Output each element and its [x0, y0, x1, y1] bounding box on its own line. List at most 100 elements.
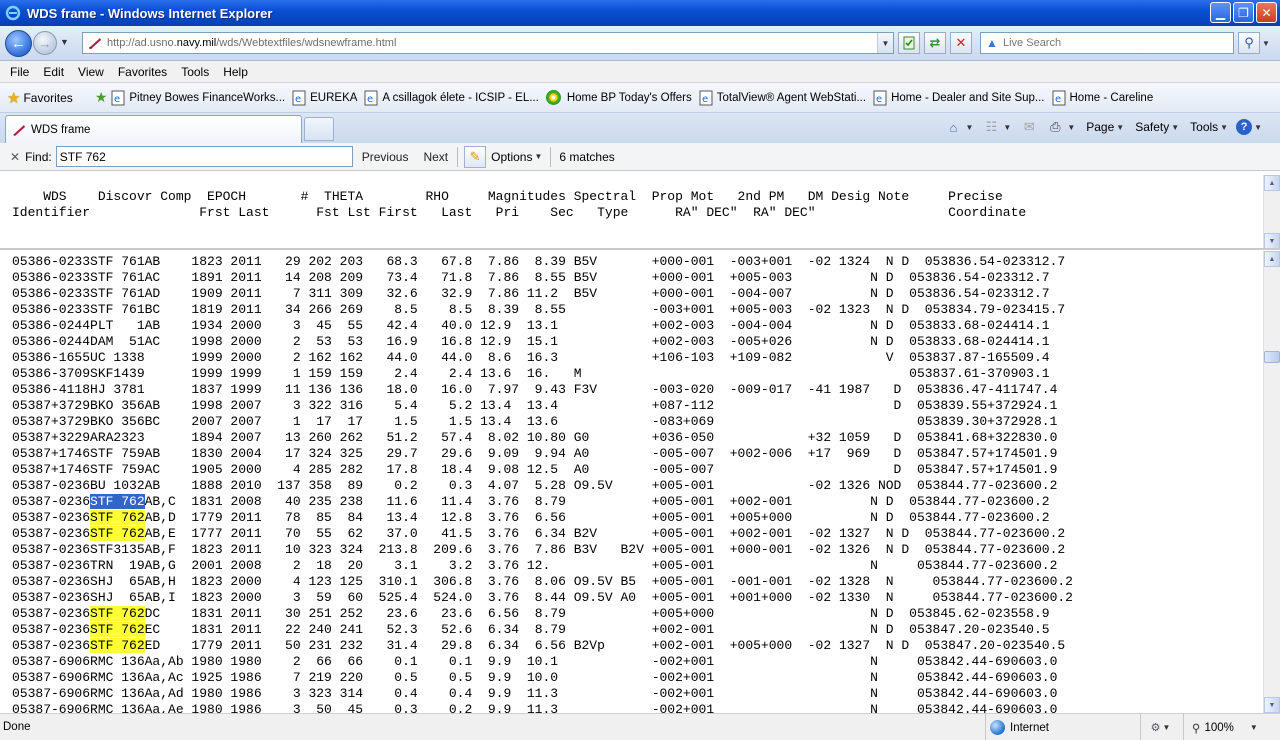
address-toolbar: ← → ▼ http://ad.usno.navy.mil/wds/Webtex…	[0, 26, 1280, 61]
compatibility-view-button[interactable]	[898, 32, 920, 54]
address-field[interactable]: http://ad.usno.navy.mil/wds/Webtextfiles…	[82, 32, 894, 54]
address-dropdown[interactable]: ▼	[877, 33, 893, 53]
bp-logo-icon	[545, 90, 561, 105]
home-dropdown[interactable]: ▼	[965, 123, 973, 132]
refresh-button[interactable]: ⇄	[924, 32, 946, 54]
feeds-icon[interactable]: ☷	[981, 118, 1001, 136]
tools-menu-dropdown[interactable]: ▼	[1220, 123, 1228, 132]
menu-tools[interactable]: Tools	[174, 65, 216, 79]
print-icon[interactable]: ⎙	[1045, 118, 1065, 136]
print-dropdown[interactable]: ▼	[1067, 123, 1075, 132]
table-row: 05387-0236STF 762DC 1831 2011 30 251 252…	[12, 606, 1050, 621]
live-search-box[interactable]: ▲	[980, 32, 1234, 54]
header-scrollbar[interactable]: ▲ ▼	[1263, 175, 1280, 248]
page-menu-button[interactable]: Page	[1086, 120, 1114, 134]
find-next-button[interactable]: Next	[423, 150, 448, 164]
security-zone[interactable]: Internet	[985, 714, 1140, 740]
protected-mode-dropdown[interactable]: ▼	[1162, 723, 1170, 732]
tab-row: WDS frame ⌂ ▼ ☷ ▼ ✉ ⎙ ▼ Page ▼ Safety ▼ …	[0, 113, 1280, 143]
table-row: 05386-0233STF 761BC 1819 2011 34 266 269…	[12, 302, 1066, 317]
table-row: 05387-0236BU 1032AB 1888 2010 137 358 89…	[12, 478, 1058, 493]
help-dropdown[interactable]: ▼	[1254, 123, 1262, 132]
table-row: 05387-0236STF 762ED 1779 2011 50 231 232…	[12, 638, 1066, 653]
table-row: 05387-0236SHJ 65AB,I 1823 2000 3 59 60 5…	[12, 590, 1073, 605]
search-options-dropdown[interactable]: ▼	[1260, 32, 1272, 54]
search-match-highlight: STF 762	[90, 510, 145, 525]
menu-bar: File Edit View Favorites Tools Help	[0, 61, 1280, 83]
favorite-link-3[interactable]: e A csillagok élete - ICSIP - EL...	[364, 90, 539, 106]
read-mail-icon[interactable]: ✉	[1019, 118, 1039, 136]
data-scroll-down-button[interactable]: ▼	[1264, 697, 1280, 713]
arrow-right-icon: →	[38, 35, 52, 51]
find-match-count: 6 matches	[559, 149, 615, 164]
find-input[interactable]	[55, 146, 353, 167]
stop-button[interactable]: ✕	[950, 32, 972, 54]
ie-page-icon: e	[364, 90, 378, 105]
menu-edit[interactable]: Edit	[36, 65, 71, 79]
ie-page-icon: e	[699, 90, 713, 105]
back-button[interactable]: ←	[5, 30, 32, 57]
menu-view[interactable]: View	[71, 65, 111, 79]
close-button[interactable]: ✕	[1256, 2, 1277, 23]
feeds-dropdown[interactable]: ▼	[1003, 123, 1011, 132]
new-tab-button[interactable]	[304, 117, 334, 141]
data-scroll-thumb[interactable]	[1264, 351, 1280, 363]
recent-pages-dropdown[interactable]: ▼	[60, 37, 69, 47]
favorite-link-7[interactable]: e Home - Careline	[1052, 90, 1153, 106]
zoom-dropdown[interactable]: ▼	[1250, 723, 1258, 732]
favorite-link-5[interactable]: e TotalView® Agent WebStati...	[699, 90, 866, 106]
svg-text:e: e	[876, 94, 882, 105]
refresh-icon: ⇄	[929, 35, 941, 50]
data-scroll-up-button[interactable]: ▲	[1264, 251, 1280, 267]
protected-mode-indicator[interactable]: ⚙ ▼	[1140, 714, 1180, 740]
tools-menu-button[interactable]: Tools	[1190, 120, 1218, 134]
live-search-logo-icon: ▲	[986, 36, 998, 50]
maximize-button[interactable]: ❐	[1233, 2, 1254, 23]
header-scroll-down-button[interactable]: ▼	[1264, 233, 1280, 248]
data-scrollbar[interactable]: ▲ ▼	[1263, 251, 1280, 713]
menu-favorites[interactable]: Favorites	[111, 65, 174, 79]
favorite-link-1[interactable]: e Pitney Bowes FinanceWorks...	[111, 90, 285, 106]
find-previous-button[interactable]: Previous	[362, 150, 409, 164]
favorite-link-4[interactable]: Home BP Today's Offers	[545, 90, 692, 105]
table-row: 05386-3709SKF1439 1999 1999 1 159 159 2.…	[12, 366, 1050, 381]
svg-text:e: e	[367, 94, 373, 105]
favorites-button[interactable]: Favorites	[23, 91, 72, 105]
help-icon[interactable]: ?	[1236, 119, 1253, 135]
data-frame: 05386-0233STF 761AB 1823 2011 29 202 203…	[0, 251, 1280, 713]
search-match-highlight: STF 762	[90, 526, 145, 541]
header-line-1: WDS Discovr Comp EPOCH # THETA RHO Magni…	[12, 189, 1003, 204]
forward-button[interactable]: →	[33, 31, 57, 55]
search-match-highlight: STF 762	[90, 606, 145, 621]
search-button[interactable]: ⚲	[1238, 32, 1260, 54]
ie-page-icon: e	[292, 90, 306, 105]
ie-page-icon: e	[1052, 90, 1065, 105]
header-scroll-up-button[interactable]: ▲	[1264, 175, 1280, 191]
favorite-link-2[interactable]: e EUREKA	[292, 90, 357, 106]
safety-menu-dropdown[interactable]: ▼	[1171, 123, 1179, 132]
add-to-favorites-icon[interactable]: ★	[95, 89, 108, 106]
table-row: 05386-0233STF 761AB 1823 2011 29 202 203…	[12, 254, 1066, 269]
menu-file[interactable]: File	[3, 65, 36, 79]
menu-help[interactable]: Help	[216, 65, 255, 79]
search-match-highlight: STF 762	[90, 494, 145, 509]
compatibility-page-icon	[903, 36, 915, 50]
tab-title: WDS frame	[31, 123, 91, 136]
highlight-matches-button[interactable]: ✎	[464, 145, 487, 168]
table-row: 05386-1655UC 1338 1999 2000 2 162 162 44…	[12, 350, 1050, 365]
zoom-control[interactable]: ⚲ 100% ▼	[1183, 714, 1266, 740]
table-row: 05387-0236STF 762AB,E 1777 2011 70 55 62…	[12, 526, 1066, 541]
page-menu-dropdown[interactable]: ▼	[1116, 123, 1124, 132]
address-url: http://ad.usno.navy.mil/wds/Webtextfiles…	[107, 37, 397, 49]
zoom-magnifier-icon: ⚲	[1192, 722, 1201, 735]
tab-wds-frame[interactable]: WDS frame	[5, 115, 302, 143]
safety-menu-button[interactable]: Safety	[1135, 120, 1169, 134]
find-options-button[interactable]: Options	[491, 150, 532, 164]
home-icon[interactable]: ⌂	[943, 118, 963, 136]
find-options-dropdown[interactable]: ▼	[534, 152, 542, 161]
live-search-input[interactable]	[1003, 37, 1223, 49]
svg-text:e: e	[1055, 94, 1061, 105]
close-find-icon[interactable]: ✕	[10, 150, 20, 164]
minimize-button[interactable]: ▁	[1210, 2, 1231, 23]
favorite-link-6[interactable]: e Home - Dealer and Site Sup...	[873, 90, 1045, 106]
